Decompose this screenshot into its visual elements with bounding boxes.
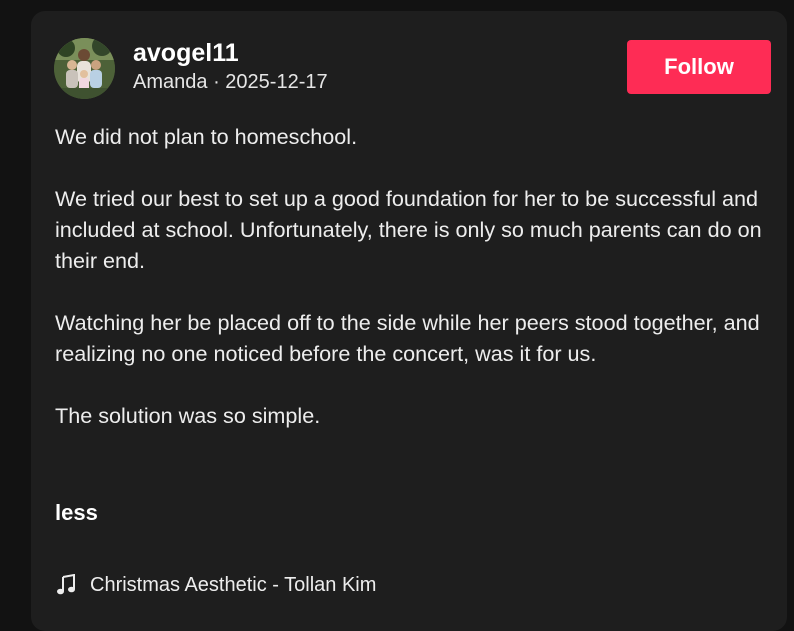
post-header: avogel11 Amanda · 2025-12-17 Follow	[54, 36, 771, 100]
music-title: Christmas Aesthetic - Tollan Kim	[90, 573, 377, 596]
post-date: 2025-12-17	[225, 71, 328, 93]
post-meta: Amanda · 2025-12-17	[133, 69, 328, 95]
display-name: Amanda	[133, 71, 208, 93]
caption-paragraph: Watching her be placed off to the side w…	[55, 310, 766, 366]
caption-paragraph: We tried our best to set up a good found…	[55, 186, 768, 273]
caption-paragraph: We did not plan to homeschool.	[55, 124, 358, 149]
family-photo-avatar-icon	[54, 38, 115, 99]
username[interactable]: avogel11	[133, 38, 328, 68]
avatar[interactable]	[54, 38, 115, 99]
caption-paragraph: The solution was so simple.	[55, 403, 321, 428]
music-note-icon	[57, 574, 75, 595]
less-button[interactable]: less	[55, 498, 98, 528]
post-caption: We did not plan to homeschool. We tried …	[55, 121, 775, 478]
meta-separator: ·	[213, 71, 220, 93]
follow-button[interactable]: Follow	[627, 40, 771, 94]
music-link[interactable]: Christmas Aesthetic - Tollan Kim	[56, 571, 376, 599]
post-card: avogel11 Amanda · 2025-12-17 Follow We d…	[31, 11, 787, 631]
user-info: avogel11 Amanda · 2025-12-17	[133, 38, 328, 95]
